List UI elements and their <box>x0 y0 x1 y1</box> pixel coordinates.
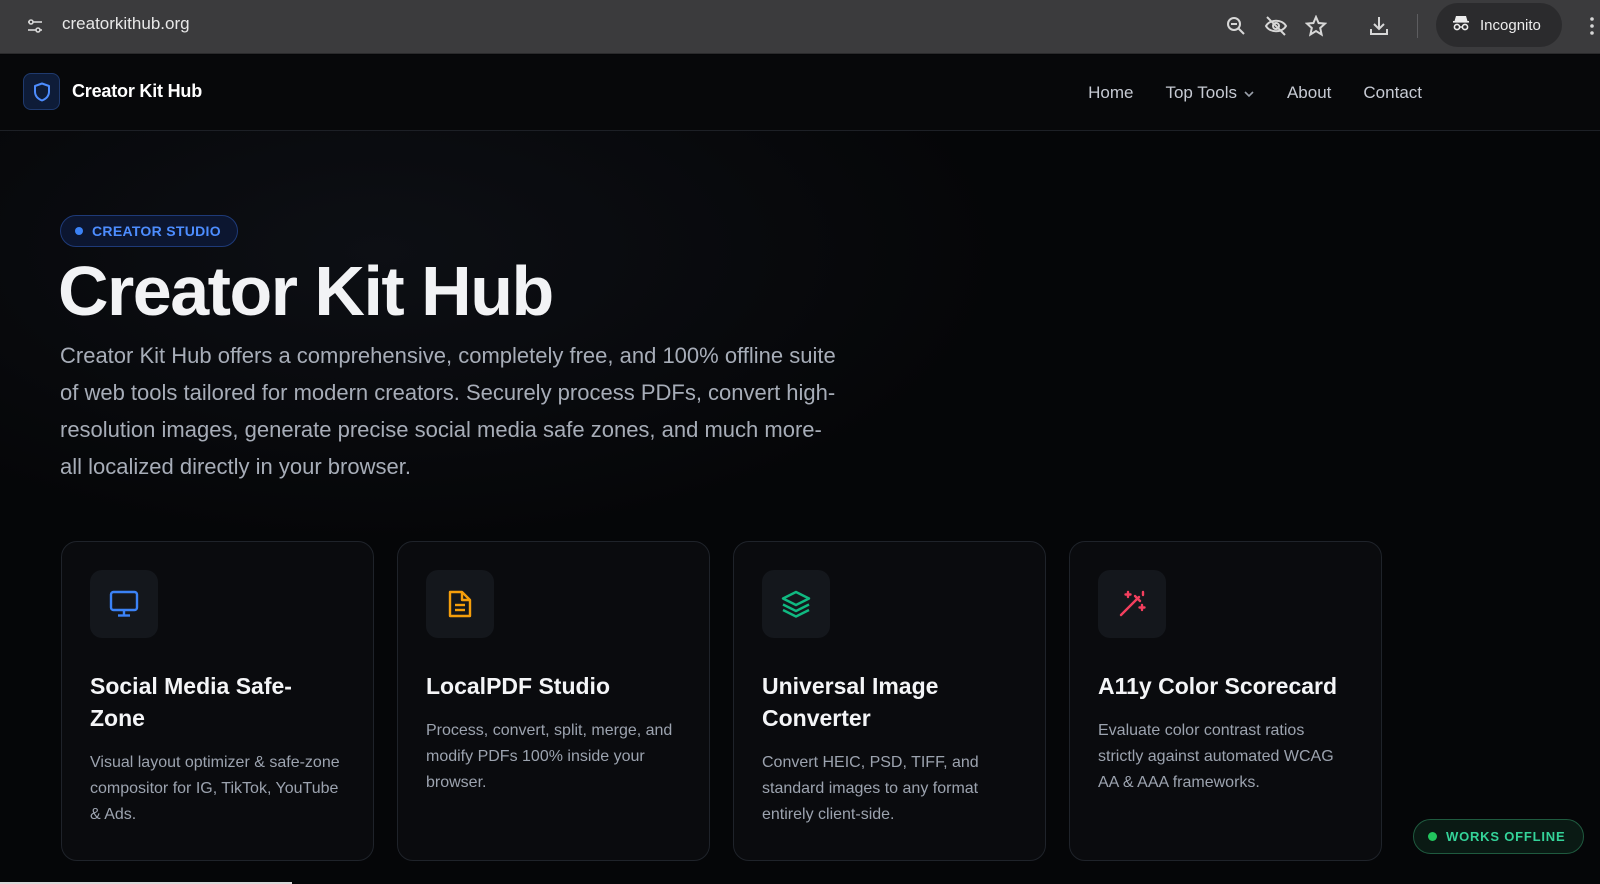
tool-card-color-scorecard[interactable]: A11y Color Scorecard Evaluate color cont… <box>1069 541 1382 861</box>
card-description: Convert HEIC, PSD, TIFF, and standard im… <box>762 754 979 823</box>
incognito-label: Incognito <box>1480 16 1541 34</box>
incognito-icon <box>1452 14 1470 36</box>
card-description: Visual layout optimizer & safe-zone comp… <box>90 754 340 823</box>
menu-icon[interactable] <box>1584 13 1600 39</box>
browser-toolbar: creatorkithub.org Incognito <box>0 0 1600 54</box>
hero-description: Creator Kit Hub offers a comprehensive, … <box>60 343 836 479</box>
hero-section: CREATOR STUDIO Creator Kit Hub Creator K… <box>0 131 1600 884</box>
brand-logo-link[interactable]: Creator Kit Hub <box>23 73 202 110</box>
address-bar-url[interactable]: creatorkithub.org <box>62 14 190 34</box>
card-title: LocalPDF Studio <box>426 673 610 699</box>
site-info-icon[interactable] <box>24 15 46 37</box>
zoom-icon[interactable] <box>1223 13 1249 39</box>
download-icon[interactable] <box>1366 13 1392 39</box>
document-icon <box>426 570 494 638</box>
card-description: Process, convert, split, merge, and modi… <box>426 722 673 791</box>
card-title: Universal Image Converter <box>762 673 939 731</box>
layers-icon <box>762 570 830 638</box>
card-description: Evaluate color contrast ratios strictly … <box>1098 722 1334 791</box>
status-dot <box>1428 832 1437 841</box>
nav-link-contact[interactable]: Contact <box>1363 83 1422 103</box>
tool-card-localpdf[interactable]: LocalPDF Studio Process, convert, split,… <box>397 541 710 861</box>
category-badge-label: CREATOR STUDIO <box>92 223 221 239</box>
category-badge: CREATOR STUDIO <box>60 215 238 247</box>
card-title: Social Media Safe-Zone <box>90 673 292 731</box>
nav-link-top-tools[interactable]: Top Tools <box>1165 83 1255 103</box>
main-nav: Home Top Tools About Contact <box>1088 83 1422 103</box>
tool-card-image-converter[interactable]: Universal Image Converter Convert HEIC, … <box>733 541 1046 861</box>
eye-off-icon[interactable] <box>1263 13 1289 39</box>
nav-link-about[interactable]: About <box>1287 83 1331 103</box>
chevron-down-icon <box>1243 83 1255 103</box>
nav-link-top-tools-label: Top Tools <box>1165 83 1237 102</box>
page-title: Creator Kit Hub <box>58 252 554 330</box>
magic-wand-icon <box>1098 570 1166 638</box>
monitor-icon <box>90 570 158 638</box>
site-header: Creator Kit Hub Home Top Tools About Con… <box>0 55 1600 131</box>
card-title: A11y Color Scorecard <box>1098 673 1338 699</box>
toolbar-separator <box>1417 14 1418 38</box>
incognito-button[interactable]: Incognito <box>1436 3 1562 47</box>
star-icon[interactable] <box>1303 13 1329 39</box>
status-badge: WORKS OFFLINE <box>1413 819 1585 854</box>
nav-link-home[interactable]: Home <box>1088 83 1133 103</box>
status-badge-label: WORKS OFFLINE <box>1446 829 1566 844</box>
brand-name: Creator Kit Hub <box>72 81 203 101</box>
tool-card-safe-zone[interactable]: Social Media Safe-Zone Visual layout opt… <box>61 541 374 861</box>
badge-dot <box>75 227 83 235</box>
shield-icon <box>23 73 60 110</box>
